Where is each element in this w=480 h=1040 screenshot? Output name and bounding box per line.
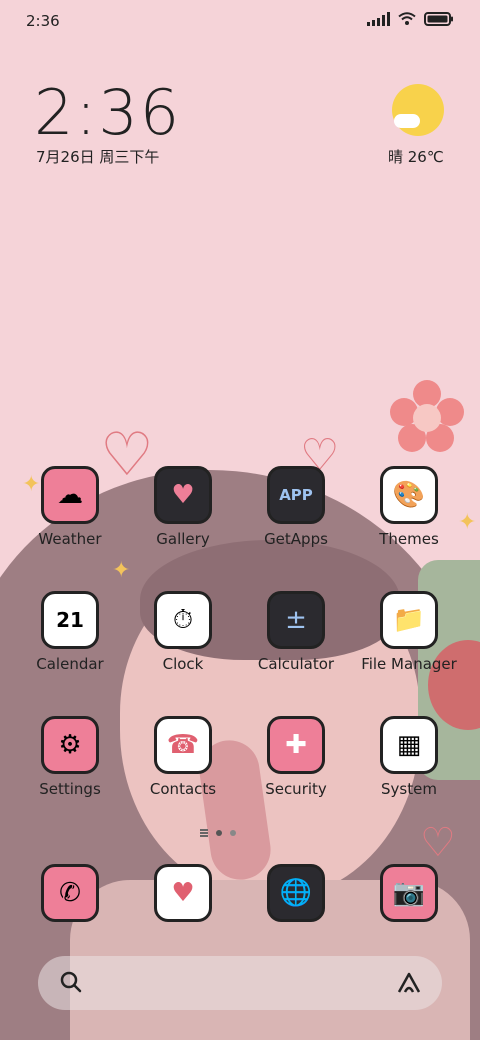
page-dot[interactable] — [230, 830, 236, 836]
gallery-hearts-icon: ♥ — [154, 466, 212, 524]
app-label: File Manager — [361, 655, 457, 673]
app-label: Clock — [162, 655, 204, 673]
folder-icon: 📁 — [380, 591, 438, 649]
app-store-icon: APP — [267, 466, 325, 524]
menu-lines-icon — [200, 832, 208, 834]
dock-phone[interactable]: ✆ — [14, 864, 126, 922]
status-icons — [367, 12, 454, 26]
clock-icon: ⏱ — [154, 591, 212, 649]
sparkle-decoration: ✦ — [112, 558, 131, 583]
wifi-icon — [398, 12, 416, 26]
app-label: Gallery — [156, 530, 210, 548]
app-security[interactable]: ✚ Security — [240, 716, 352, 798]
app-calendar[interactable]: 21 Calendar — [14, 591, 126, 673]
shield-icon: ✚ — [267, 716, 325, 774]
contacts-book-icon: ☎ — [154, 716, 212, 774]
app-getapps[interactable]: APP GetApps — [240, 466, 352, 548]
app-label: Weather — [38, 530, 102, 548]
search-icon[interactable] — [58, 969, 84, 995]
flower-decoration — [390, 380, 464, 452]
assistant-icon[interactable] — [396, 970, 422, 996]
browser-globe-icon: 🌐 — [267, 864, 325, 922]
app-label: Calendar — [36, 655, 104, 673]
system-folder-icon: ▦ — [380, 716, 438, 774]
page-indicator[interactable] — [200, 830, 236, 836]
clock-widget-time[interactable]: 2:36 — [34, 76, 181, 149]
app-system[interactable]: ▦ System — [353, 716, 465, 798]
clock-widget-date[interactable]: 7月26日 周三下午 — [36, 146, 159, 167]
calendar-icon: 21 — [41, 591, 99, 649]
page-dot-active[interactable] — [216, 830, 222, 836]
app-file-manager[interactable]: 📁 File Manager — [353, 591, 465, 673]
cloud-rain-icon: ☁ — [41, 466, 99, 524]
app-gallery[interactable]: ♥ Gallery — [127, 466, 239, 548]
app-label: Settings — [39, 780, 101, 798]
cloud-icon — [394, 114, 420, 128]
battery-icon — [424, 12, 454, 26]
app-label: Contacts — [149, 780, 217, 798]
dock-browser[interactable]: 🌐 — [240, 864, 352, 922]
status-bar: 2:36 — [0, 0, 480, 44]
settings-icon: ⚙ — [41, 716, 99, 774]
sun-cloud-icon[interactable] — [392, 84, 444, 136]
app-label: System — [381, 780, 437, 798]
signal-icon — [367, 12, 390, 26]
weather-widget-text[interactable]: 晴 26℃ — [388, 146, 444, 167]
search-bar[interactable] — [38, 956, 442, 1010]
app-label: Themes — [379, 530, 439, 548]
dock-camera[interactable]: 📷 — [353, 864, 465, 922]
app-weather[interactable]: ☁ Weather — [14, 466, 126, 548]
app-label: Calculator — [257, 655, 335, 673]
camera-icon: 📷 — [380, 864, 438, 922]
message-heart-icon: ♥ — [154, 864, 212, 922]
app-calculator[interactable]: ± Calculator — [240, 591, 352, 673]
app-label: Security — [265, 780, 327, 798]
app-contacts[interactable]: ☎ Contacts — [127, 716, 239, 798]
app-label: GetApps — [264, 530, 328, 548]
heart-decoration: ♡ — [420, 820, 456, 866]
phone-icon: ✆ — [41, 864, 99, 922]
calculator-icon: ± — [267, 591, 325, 649]
app-themes[interactable]: 🎨 Themes — [353, 466, 465, 548]
app-settings[interactable]: ⚙ Settings — [14, 716, 126, 798]
dock-messages[interactable]: ♥ — [127, 864, 239, 922]
status-time: 2:36 — [26, 12, 60, 30]
palette-icon: 🎨 — [380, 466, 438, 524]
app-clock[interactable]: ⏱ Clock — [127, 591, 239, 673]
